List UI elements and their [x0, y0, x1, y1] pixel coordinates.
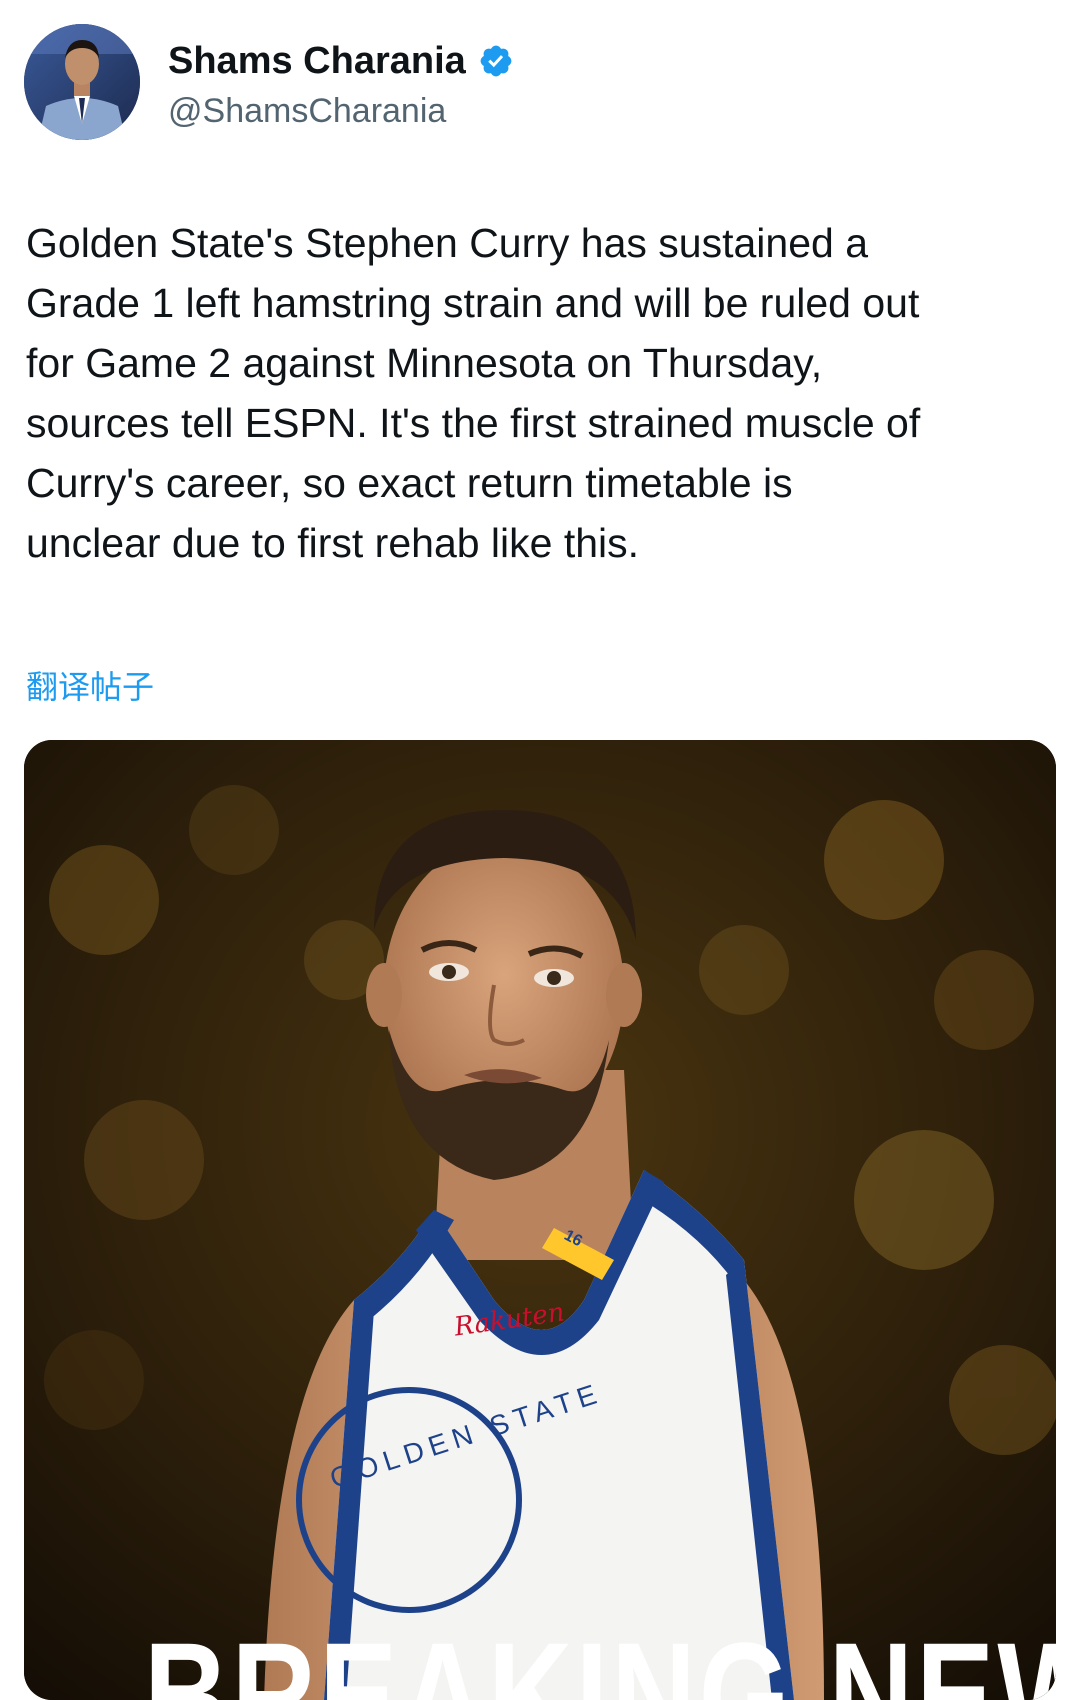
verified-badge-icon: [478, 43, 514, 79]
translate-post-link[interactable]: 翻译帖子: [26, 665, 154, 709]
tweet-text-line: for Game 2 against Minnesota on Thursday…: [26, 340, 823, 386]
author-handle[interactable]: @ShamsCharania: [168, 88, 446, 134]
player-photo: [24, 740, 1056, 1700]
tweet-text-line: Curry's career, so exact return timetabl…: [26, 460, 793, 506]
tweet-text-line: Golden State's Stephen Curry has sustain…: [26, 220, 869, 266]
author-name[interactable]: Shams Charania: [168, 38, 466, 84]
breaking-news-banner: BREAKING NEWS: [144, 1611, 1056, 1700]
tweet-card: Shams Charania @ShamsCharania Golden Sta…: [0, 0, 1080, 1700]
avatar[interactable]: [24, 24, 140, 140]
tweet-text-line: sources tell ESPN. It's the first strain…: [26, 400, 921, 446]
author-name-row[interactable]: Shams Charania: [168, 38, 514, 84]
tweet-media-image[interactable]: Rakuten 16 GOLDEN STATE BREAKING NEWS: [24, 740, 1056, 1700]
tweet-text-line: Grade 1 left hamstring strain and will b…: [26, 280, 920, 326]
person-avatar-icon: [24, 24, 140, 140]
tweet-text: Golden State's Stephen Curry has sustain…: [26, 213, 1056, 573]
tweet-text-line: unclear due to first rehab like this.: [26, 520, 640, 566]
